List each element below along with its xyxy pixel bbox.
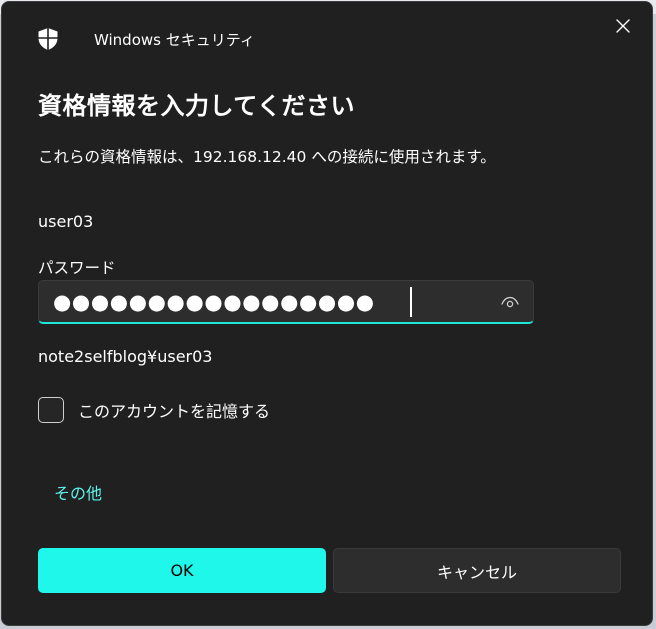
- dialog-description: これらの資格情報は、192.168.12.40 への接続に使用されます。: [38, 148, 496, 166]
- password-masked-value: ●●●●●●●●●●●●●●●●●: [53, 290, 375, 314]
- password-input[interactable]: ●●●●●●●●●●●●●●●●●: [38, 280, 534, 324]
- shield-icon: [36, 27, 60, 51]
- domain-user-text: note2selfblog¥user03: [38, 347, 213, 366]
- more-choices-link[interactable]: その他: [54, 480, 102, 504]
- ok-button[interactable]: OK: [38, 548, 326, 593]
- remember-account-label: このアカウントを記憶する: [78, 402, 271, 421]
- password-label: パスワード: [38, 259, 116, 277]
- close-icon: [615, 18, 631, 38]
- remember-account-checkbox[interactable]: このアカウントを記憶する: [38, 395, 270, 425]
- dialog-heading: 資格情報を入力してください: [38, 92, 356, 120]
- cancel-button[interactable]: キャンセル: [333, 548, 621, 593]
- app-title: Windows セキュリティ: [94, 31, 255, 49]
- text-caret: [410, 287, 412, 317]
- title-bar: Windows セキュリティ: [2, 2, 652, 58]
- reveal-password-icon[interactable]: [499, 291, 521, 313]
- username-text: user03: [38, 212, 94, 231]
- credential-dialog: Windows セキュリティ 資格情報を入力してください これらの資格情報は、1…: [1, 1, 653, 626]
- close-button[interactable]: [605, 12, 641, 44]
- checkbox-box[interactable]: [38, 397, 64, 423]
